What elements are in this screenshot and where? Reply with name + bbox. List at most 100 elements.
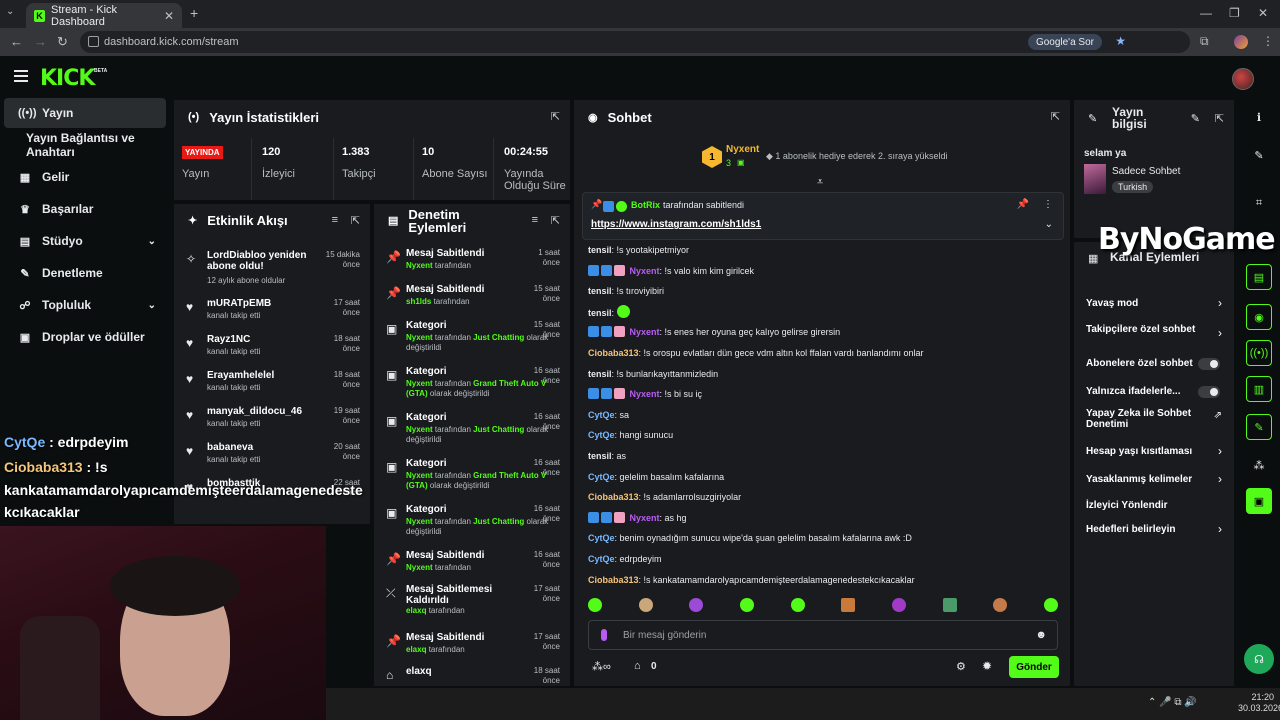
chat-username[interactable]: CytQe xyxy=(588,554,615,564)
emote-icon[interactable] xyxy=(993,598,1008,612)
edit-pencil-icon[interactable]: ✎ xyxy=(1191,112,1200,125)
channel-action-row[interactable]: Yalnızca ifadelerle... xyxy=(1074,382,1234,402)
mod-user[interactable]: Nyxent xyxy=(406,261,433,270)
tab-close-icon[interactable]: ✕ xyxy=(164,9,174,23)
channel-action-row[interactable]: Abonelere özel sohbet xyxy=(1074,354,1234,374)
bookmark-star-icon[interactable]: ★ xyxy=(1115,34,1126,48)
extensions-icon[interactable]: ⧉ xyxy=(1200,34,1209,49)
document-icon[interactable]: ▤ xyxy=(1246,264,1272,290)
user-avatar[interactable] xyxy=(1232,68,1254,90)
minimize-icon[interactable]: — xyxy=(1200,6,1212,20)
nav-item-drops[interactable]: ▣ Droplar ve ödüller xyxy=(4,322,166,352)
pinned-by-user[interactable]: BotRix xyxy=(631,200,660,210)
emote-icon[interactable] xyxy=(841,598,856,612)
send-button[interactable]: Gönder xyxy=(1009,656,1059,678)
chat-username[interactable]: tensil xyxy=(588,451,612,461)
channel-action-row[interactable]: Takipçilere özel sohbet › xyxy=(1074,324,1234,344)
nav-item-revenue[interactable]: ▦ Gelir xyxy=(4,162,166,192)
store-icon[interactable]: ⌂ xyxy=(634,660,641,672)
forward-icon[interactable]: → xyxy=(34,34,47,49)
emote-icon[interactable] xyxy=(942,598,957,612)
chat-username[interactable]: CytQe xyxy=(588,472,615,482)
site-info-icon[interactable] xyxy=(88,36,99,47)
broadcast-icon[interactable]: ((•)) xyxy=(1246,340,1272,366)
reload-icon[interactable]: ↻ xyxy=(57,34,68,50)
chat-username[interactable]: Nyxent xyxy=(630,266,660,276)
emote-icon[interactable] xyxy=(1043,598,1058,612)
mod-user[interactable]: Nyxent xyxy=(406,425,433,434)
wrench-icon[interactable]: ✎ xyxy=(1246,414,1272,440)
toggle-switch[interactable] xyxy=(1198,386,1220,398)
app-icon[interactable]: ▣ xyxy=(1246,488,1272,514)
channel-action-row[interactable]: Hedefleri belirleyin › xyxy=(1074,520,1234,540)
channel-action-row[interactable]: İzleyici Yönlendir xyxy=(1074,496,1234,516)
maximize-icon[interactable]: ❐ xyxy=(1229,6,1240,20)
google-ask-button[interactable]: Google'a Sor xyxy=(1027,34,1102,50)
browser-tab[interactable]: K Stream - Kick Dashboard ✕ xyxy=(26,3,182,28)
tray-icons[interactable]: ⌃ 🎤 ⧉ 🔊 xyxy=(1148,697,1197,708)
mod-user[interactable]: Nyxent xyxy=(406,333,433,342)
microphone-icon[interactable] xyxy=(601,629,607,641)
chat-icon[interactable]: ◉ xyxy=(1246,304,1272,330)
hamburger-menu-icon[interactable] xyxy=(14,70,28,82)
chat-input[interactable]: Bir mesaj gönderin ☻ xyxy=(588,620,1058,650)
chat-username[interactable]: CytQe xyxy=(588,430,615,440)
channel-action-row[interactable]: Yavaş mod › xyxy=(1074,294,1234,314)
tab-search-icon[interactable]: ⌄ xyxy=(6,6,14,17)
emote-icon[interactable] xyxy=(739,598,754,612)
chat-username[interactable]: CytQe xyxy=(588,533,615,543)
stats-icon[interactable]: ▥ xyxy=(1246,376,1272,402)
nav-item-stream-key[interactable]: Yayın Bağlantısı ve Anahtarı xyxy=(4,130,166,160)
chat-username[interactable]: tensil xyxy=(588,286,612,296)
browser-menu-icon[interactable]: ⋮ xyxy=(1262,34,1274,48)
emote-icon[interactable] xyxy=(689,598,704,612)
support-headset-icon[interactable]: ☊ xyxy=(1244,644,1274,674)
chat-username[interactable]: Ciobaba313 xyxy=(588,492,639,502)
gifter-name[interactable]: Nyxent xyxy=(726,144,759,155)
filter-icon[interactable]: ≡ xyxy=(532,214,538,226)
popout-icon[interactable]: ⇱ xyxy=(351,214,360,227)
collapse-icon[interactable]: ⩡ xyxy=(817,176,823,189)
popout-icon[interactable]: ⇱ xyxy=(551,214,560,227)
mod-user[interactable]: Nyxent xyxy=(406,379,433,388)
emote-icon[interactable] xyxy=(588,598,602,612)
channel-action-row[interactable]: Yapay Zeka ile Sohbet Denetimi ⇗ xyxy=(1074,408,1234,430)
chat-username[interactable]: Ciobaba313 xyxy=(588,575,639,585)
browser-profile-avatar[interactable] xyxy=(1234,35,1248,49)
chat-username[interactable]: Ciobaba313 xyxy=(588,348,639,358)
mod-user[interactable]: Nyxent xyxy=(406,563,433,572)
url-field[interactable]: dashboard.kick.com/stream Google'a Sor ★ xyxy=(80,31,1190,53)
new-tab-icon[interactable]: + xyxy=(190,5,198,21)
chat-username[interactable]: Nyxent xyxy=(630,327,660,337)
community-icon[interactable]: ⁂ xyxy=(1246,452,1272,478)
info-icon[interactable]: ℹ xyxy=(1246,104,1272,130)
emote-icon[interactable] xyxy=(638,598,653,612)
chat-username[interactable]: Nyxent xyxy=(630,513,660,523)
channel-action-row[interactable]: Hesap yaşı kısıtlaması › xyxy=(1074,442,1234,462)
popout-icon[interactable]: ⇱ xyxy=(1215,112,1224,125)
nav-item-achievements[interactable]: ♛ Başarılar xyxy=(4,194,166,224)
emote-icon[interactable] xyxy=(891,598,906,612)
unpin-icon[interactable]: 📌 xyxy=(1017,199,1029,210)
popout-icon[interactable]: ⇱ xyxy=(551,110,560,123)
more-options-icon[interactable]: ⋮ xyxy=(1043,199,1053,210)
back-icon[interactable]: ← xyxy=(10,34,23,49)
chat-username[interactable]: tensil xyxy=(588,245,612,255)
toggle-switch[interactable] xyxy=(1198,358,1220,370)
mod-user[interactable]: elaxq xyxy=(406,645,426,654)
mod-user[interactable]: Nyxent xyxy=(406,471,433,480)
kick-logo[interactable]: KICK xyxy=(40,66,95,91)
nav-item-studio[interactable]: ▤ Stüdyo ⌄ xyxy=(4,226,166,256)
pinned-link[interactable]: https://www.instagram.com/sh1lds1 xyxy=(591,219,761,230)
close-window-icon[interactable]: ✕ xyxy=(1258,6,1268,20)
chevron-down-icon[interactable]: ⌄ xyxy=(1045,219,1053,230)
chat-username[interactable]: tensil xyxy=(588,308,612,318)
mod-user[interactable]: Nyxent xyxy=(406,517,433,526)
focus-icon[interactable]: ⌗ xyxy=(1246,190,1272,216)
chat-username[interactable]: CytQe xyxy=(588,410,615,420)
pencil-icon[interactable]: ✎ xyxy=(1246,142,1272,168)
popout-icon[interactable]: ⇱ xyxy=(1051,110,1060,123)
emoji-icon[interactable]: ☻ xyxy=(1035,629,1047,641)
mod-user[interactable]: sh1lds xyxy=(406,297,431,306)
nav-item-moderation[interactable]: ✎ Denetleme xyxy=(4,258,166,288)
